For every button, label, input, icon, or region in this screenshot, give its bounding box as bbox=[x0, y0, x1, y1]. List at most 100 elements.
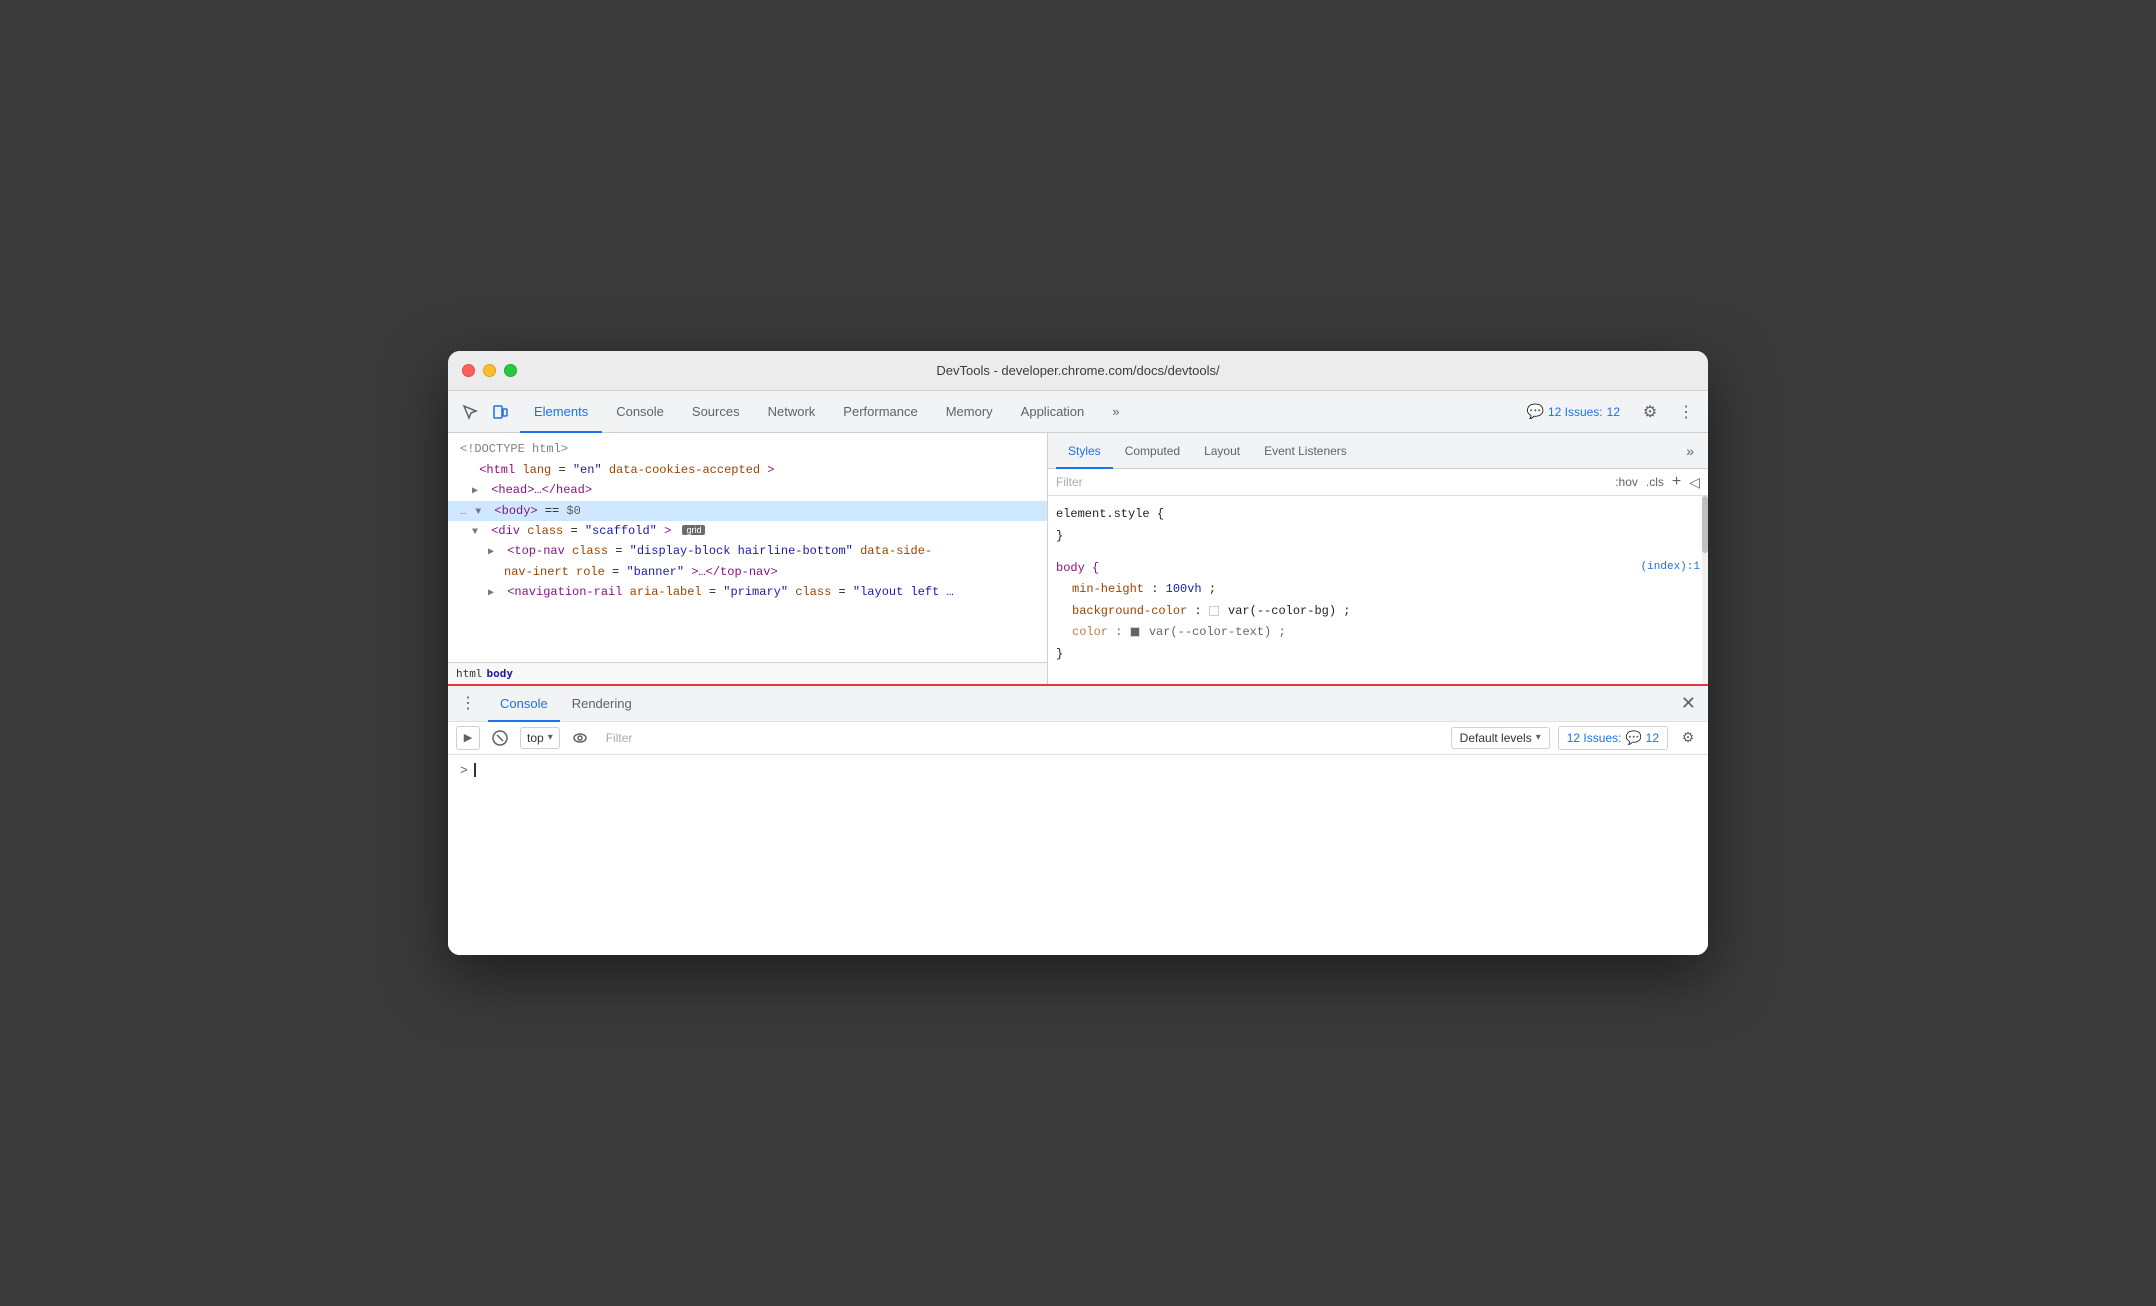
console-issues-button[interactable]: 12 Issues: 💬 12 bbox=[1558, 726, 1668, 750]
dom-line-navrail[interactable]: ▶ <navigation-rail aria-label = "primary… bbox=[448, 582, 1047, 602]
rule-source-body[interactable]: (index):1 bbox=[1641, 558, 1700, 580]
tab-elements[interactable]: Elements bbox=[520, 392, 602, 433]
tab-computed[interactable]: Computed bbox=[1113, 434, 1192, 469]
dom-panel: <!DOCTYPE html> <html lang = "en" data-c… bbox=[448, 433, 1048, 683]
maximize-button[interactable] bbox=[504, 364, 517, 377]
rule-closing-element: } bbox=[1056, 526, 1700, 548]
tab-sources[interactable]: Sources bbox=[678, 392, 754, 433]
close-button[interactable] bbox=[462, 364, 475, 377]
drawer-tabs: Console Rendering bbox=[488, 686, 1669, 721]
doctype-text: <!DOCTYPE html> bbox=[460, 442, 568, 456]
html-tag: <html bbox=[479, 463, 522, 477]
dom-line-head[interactable]: ▶ <head>…</head> bbox=[448, 480, 1047, 500]
console-output[interactable]: > bbox=[448, 755, 1708, 955]
expand-head[interactable]: ▶ bbox=[472, 483, 484, 500]
toolbar-icons bbox=[456, 398, 514, 426]
console-gear-icon: ⚙ bbox=[1682, 729, 1695, 746]
scrollbar-thumb[interactable] bbox=[1702, 496, 1708, 552]
context-arrow-icon: ▾ bbox=[548, 732, 553, 743]
tab-more[interactable]: » bbox=[1098, 392, 1133, 433]
breadcrumb-html[interactable]: html bbox=[456, 667, 483, 680]
console-cursor bbox=[474, 763, 476, 777]
drawer-toolbar: ⋮ Console Rendering ✕ bbox=[448, 686, 1708, 722]
rule-closing-body: } bbox=[1056, 644, 1700, 666]
scrollbar-track[interactable] bbox=[1702, 496, 1708, 683]
rule-selector-element: element.style { bbox=[1056, 504, 1700, 526]
more-dots-icon: ⋮ bbox=[1678, 402, 1694, 422]
device-icon bbox=[492, 404, 508, 420]
console-execute-button[interactable]: ▶ bbox=[456, 726, 480, 750]
styles-filter-bar: :hov .cls + ◁ bbox=[1048, 469, 1708, 496]
filter-hov-button[interactable]: :hov bbox=[1615, 475, 1638, 489]
console-chevron-icon: > bbox=[460, 763, 468, 778]
device-icon-btn[interactable] bbox=[486, 398, 514, 426]
main-toolbar: Elements Console Sources Network Perform… bbox=[448, 391, 1708, 433]
color-swatch-text[interactable] bbox=[1130, 627, 1140, 637]
filter-hov-cls: :hov .cls bbox=[1615, 475, 1664, 489]
add-style-button[interactable]: + bbox=[1672, 473, 1681, 491]
breadcrumb-bar: html body bbox=[448, 662, 1047, 684]
style-rule-element: element.style { } bbox=[1056, 504, 1700, 547]
dom-line-html[interactable]: <html lang = "en" data-cookies-accepted … bbox=[448, 460, 1047, 480]
issues-badge[interactable]: 💬 12 Issues: 12 bbox=[1519, 399, 1629, 424]
styles-panel-wrapper: element.style { } body { (index):1 bbox=[1048, 496, 1708, 683]
console-context-selector[interactable]: top ▾ bbox=[520, 727, 560, 749]
styles-filter-input[interactable] bbox=[1056, 475, 1607, 489]
tab-layout[interactable]: Layout bbox=[1192, 434, 1252, 469]
style-prop-bgcolor: background-color : var(--color-bg) ; bbox=[1056, 601, 1700, 623]
tab-event-listeners[interactable]: Event Listeners bbox=[1252, 434, 1359, 469]
tab-network[interactable]: Network bbox=[754, 392, 830, 433]
bottom-drawer: ⋮ Console Rendering ✕ ▶ bbox=[448, 684, 1708, 955]
tab-console[interactable]: Console bbox=[602, 392, 678, 433]
tab-performance[interactable]: Performance bbox=[829, 392, 931, 433]
styles-content[interactable]: element.style { } body { (index):1 bbox=[1048, 496, 1708, 683]
color-swatch-bg[interactable] bbox=[1209, 606, 1219, 616]
expand-topnav[interactable]: ▶ bbox=[488, 544, 500, 561]
styles-panel: Styles Computed Layout Event Listeners » bbox=[1048, 433, 1708, 683]
dom-line-scaffold[interactable]: ▼ <div class = "scaffold" > grid bbox=[448, 521, 1047, 541]
styles-more-tabs[interactable]: » bbox=[1680, 443, 1700, 459]
style-rule-body: body { (index):1 min-height : 100vh ; ba… bbox=[1056, 558, 1700, 666]
dom-line-doctype: <!DOCTYPE html> bbox=[448, 439, 1047, 459]
grid-badge: grid bbox=[682, 525, 705, 535]
tab-application[interactable]: Application bbox=[1007, 392, 1099, 433]
dom-tree[interactable]: <!DOCTYPE html> <html lang = "en" data-c… bbox=[448, 433, 1047, 661]
filter-cls-button[interactable]: .cls bbox=[1646, 475, 1664, 489]
style-prop-color: color : var(--color-text) ; bbox=[1056, 622, 1306, 644]
more-options-button[interactable]: ⋮ bbox=[1672, 398, 1700, 426]
style-prop-minheight: min-height : 100vh ; bbox=[1056, 579, 1700, 601]
console-levels-dropdown[interactable]: Default levels ▾ bbox=[1451, 727, 1550, 749]
dom-line-body[interactable]: … ▼ <body> == $0 bbox=[448, 501, 1047, 521]
title-bar: DevTools - developer.chrome.com/docs/dev… bbox=[448, 351, 1708, 391]
eye-icon bbox=[572, 730, 588, 746]
inspector-icon-btn[interactable] bbox=[456, 398, 484, 426]
console-clear-button[interactable] bbox=[488, 726, 512, 750]
console-eye-button[interactable] bbox=[568, 726, 592, 750]
minimize-button[interactable] bbox=[483, 364, 496, 377]
issues-icon: 💬 bbox=[1527, 403, 1544, 420]
toolbar-right: 💬 12 Issues: 12 ⚙ ⋮ bbox=[1519, 398, 1701, 426]
issues-text: 12 Issues: bbox=[1567, 731, 1622, 745]
drawer-close-button[interactable]: ✕ bbox=[1677, 693, 1700, 714]
console-filter-input[interactable] bbox=[600, 728, 1443, 748]
inspector-icon bbox=[462, 404, 478, 420]
expand-body[interactable]: ▼ bbox=[475, 504, 487, 521]
expand-scaffold[interactable]: ▼ bbox=[472, 524, 484, 541]
console-settings-button[interactable]: ⚙ bbox=[1676, 726, 1700, 750]
drawer-tab-rendering[interactable]: Rendering bbox=[560, 687, 644, 722]
expand-navrail[interactable]: ▶ bbox=[488, 585, 500, 602]
devtools-window: DevTools - developer.chrome.com/docs/dev… bbox=[448, 351, 1708, 954]
tab-styles[interactable]: Styles bbox=[1056, 434, 1113, 469]
issues-count: 12 bbox=[1607, 405, 1620, 419]
dom-line-topnav[interactable]: ▶ <top-nav class = "display-block hairli… bbox=[448, 541, 1047, 561]
devtools-body: Elements Console Sources Network Perform… bbox=[448, 391, 1708, 954]
tab-memory[interactable]: Memory bbox=[932, 392, 1007, 433]
drawer-tab-console[interactable]: Console bbox=[488, 687, 560, 722]
drawer-more-options[interactable]: ⋮ bbox=[456, 689, 480, 717]
settings-button[interactable]: ⚙ bbox=[1636, 398, 1664, 426]
styles-tabs: Styles Computed Layout Event Listeners » bbox=[1048, 433, 1708, 469]
breadcrumb-body[interactable]: body bbox=[487, 667, 514, 680]
console-prompt-line: > bbox=[460, 763, 1696, 778]
toggle-element-state[interactable]: ◁ bbox=[1689, 474, 1700, 491]
context-label: top bbox=[527, 731, 544, 745]
